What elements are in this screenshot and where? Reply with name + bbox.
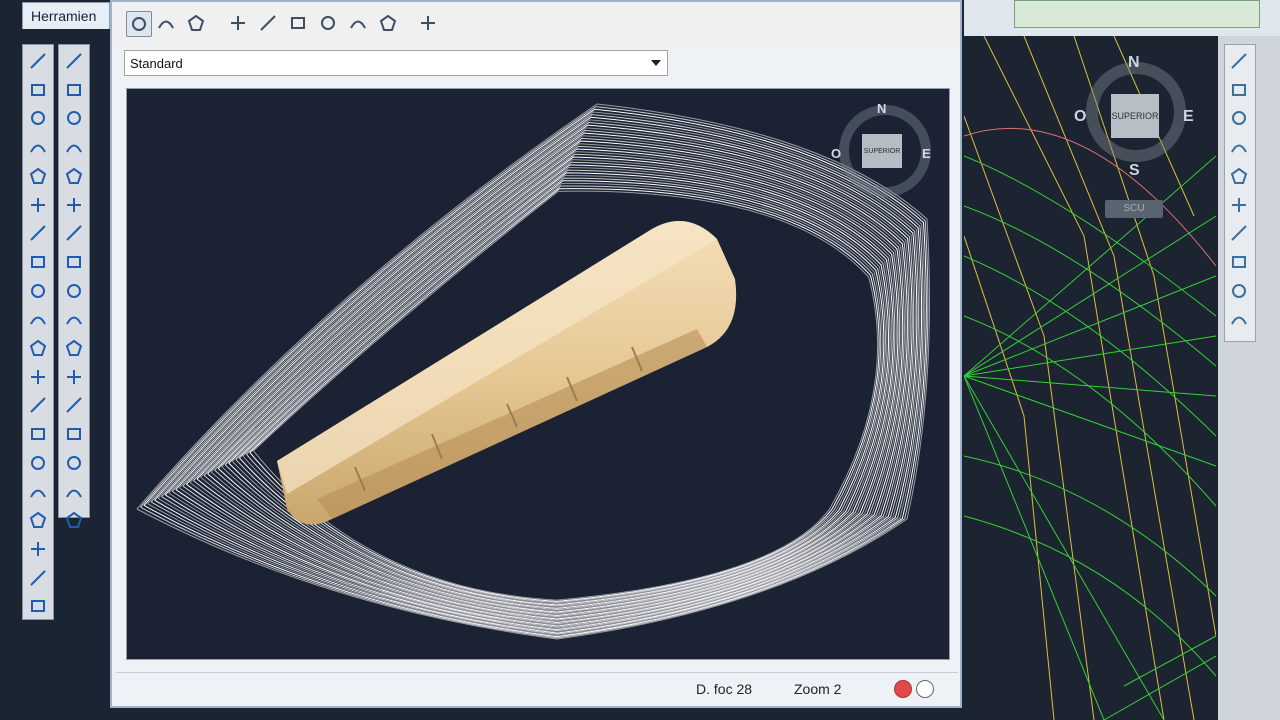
building-solid	[277, 221, 737, 525]
draw-toolbar	[22, 44, 54, 620]
multiline-text-icon[interactable]	[26, 566, 50, 590]
mirror-icon[interactable]	[62, 106, 86, 130]
rectangle-icon[interactable]	[26, 164, 50, 188]
view-orbit-icon[interactable]	[184, 11, 208, 35]
zoom-previous-icon[interactable]	[376, 11, 400, 35]
move-icon[interactable]	[62, 193, 86, 217]
layer-walk-icon[interactable]	[1227, 279, 1251, 303]
cad-compass-west[interactable]: O	[1074, 108, 1086, 126]
chamfer-icon[interactable]	[62, 451, 86, 475]
erase-icon[interactable]	[62, 49, 86, 73]
cad-compass-north[interactable]: N	[1128, 54, 1140, 72]
viewport-compass-north[interactable]: N	[877, 101, 886, 116]
viewport-viewcube-face[interactable]: SUPERIOR	[862, 134, 902, 168]
record-icon[interactable]	[894, 680, 912, 698]
zoom-readout: Zoom 2	[794, 681, 842, 697]
focal-length-readout: D. foc 28	[696, 681, 753, 697]
stop-icon[interactable]	[916, 680, 934, 698]
offset-icon[interactable]	[62, 135, 86, 159]
polygon-icon[interactable]	[26, 135, 50, 159]
spline-curve-icon[interactable]	[26, 279, 50, 303]
table-icon[interactable]	[26, 537, 50, 561]
layer-previous-icon[interactable]	[1227, 106, 1251, 130]
line-icon[interactable]	[26, 49, 50, 73]
ucs-menu-button[interactable]: SCU	[1105, 200, 1163, 218]
spline-icon[interactable]	[26, 106, 50, 130]
revision-cloud-icon[interactable]	[26, 250, 50, 274]
3d-view-dialog: Standard SUPERIOR N E O D. foc 28 Zoom 2	[110, 0, 962, 708]
visual-style-value: Standard	[130, 56, 183, 71]
layer-states-icon[interactable]	[1227, 49, 1251, 73]
chevron-down-icon[interactable]	[651, 60, 661, 66]
array-icon[interactable]	[62, 164, 86, 188]
blend-curves-icon[interactable]	[62, 508, 86, 532]
ellipse-arc-icon[interactable]	[26, 336, 50, 360]
layer-merge-icon[interactable]	[1227, 307, 1251, 331]
cad-compass-south[interactable]: S	[1129, 162, 1140, 180]
rotate-icon[interactable]	[62, 221, 86, 245]
fillet-icon[interactable]	[62, 480, 86, 504]
visual-style-dropdown[interactable]: Standard	[124, 50, 668, 76]
layer-lock-icon[interactable]	[1227, 221, 1251, 245]
locate-icon[interactable]	[416, 11, 440, 35]
layer-unlock-icon[interactable]	[1227, 250, 1251, 274]
cad-viewcube-face[interactable]: SUPERIOR	[1111, 94, 1159, 138]
zoom-extents-icon[interactable]	[316, 11, 340, 35]
trim-icon[interactable]	[62, 307, 86, 331]
view-isometric-icon[interactable]	[154, 11, 178, 35]
layer-freeze-icon[interactable]	[1227, 164, 1251, 188]
insert-block-icon[interactable]	[26, 365, 50, 389]
gradient-icon[interactable]	[26, 480, 50, 504]
stretch-icon[interactable]	[62, 279, 86, 303]
join-icon[interactable]	[62, 422, 86, 446]
break-at-point-icon[interactable]	[62, 365, 86, 389]
extend-icon[interactable]	[62, 336, 86, 360]
break-icon[interactable]	[62, 393, 86, 417]
ribbon-strip	[964, 0, 1280, 36]
layer-isolate-icon[interactable]	[1227, 135, 1251, 159]
view-cube-icon[interactable]	[126, 11, 152, 37]
3d-viewport[interactable]: SUPERIOR N E O	[126, 88, 950, 660]
zoom-window-icon[interactable]	[286, 11, 310, 35]
scale-icon[interactable]	[62, 250, 86, 274]
hatch-icon[interactable]	[26, 451, 50, 475]
modify-toolbar	[58, 44, 90, 529]
layer-match-icon[interactable]	[1227, 78, 1251, 102]
active-panel-highlight	[1014, 0, 1260, 28]
circle-icon[interactable]	[26, 221, 50, 245]
point-icon[interactable]	[26, 422, 50, 446]
layers-toolbar	[1224, 44, 1256, 342]
zoom-realtime-icon[interactable]	[226, 11, 250, 35]
make-block-icon[interactable]	[26, 393, 50, 417]
cad-compass-east[interactable]: E	[1183, 108, 1194, 126]
terrain-render	[136, 103, 930, 640]
ellipse-icon[interactable]	[26, 307, 50, 331]
dialog-toolbar	[112, 2, 960, 46]
region-icon[interactable]	[26, 508, 50, 532]
zoom-out-icon[interactable]	[346, 11, 370, 35]
viewport-compass-east[interactable]: E	[922, 146, 931, 161]
polyline-icon[interactable]	[26, 78, 50, 102]
tool-palette-tab[interactable]: Herramien	[22, 2, 110, 29]
tool-palette-tab-label: Herramien	[31, 8, 97, 24]
zoom-in-icon[interactable]	[256, 11, 280, 35]
copy-icon[interactable]	[62, 78, 86, 102]
arc-icon[interactable]	[26, 193, 50, 217]
layer-off-icon[interactable]	[1227, 193, 1251, 217]
add-selected-icon[interactable]	[26, 594, 50, 618]
viewport-compass-west[interactable]: O	[831, 146, 841, 161]
dialog-status-bar: D. foc 28 Zoom 2	[116, 672, 958, 703]
